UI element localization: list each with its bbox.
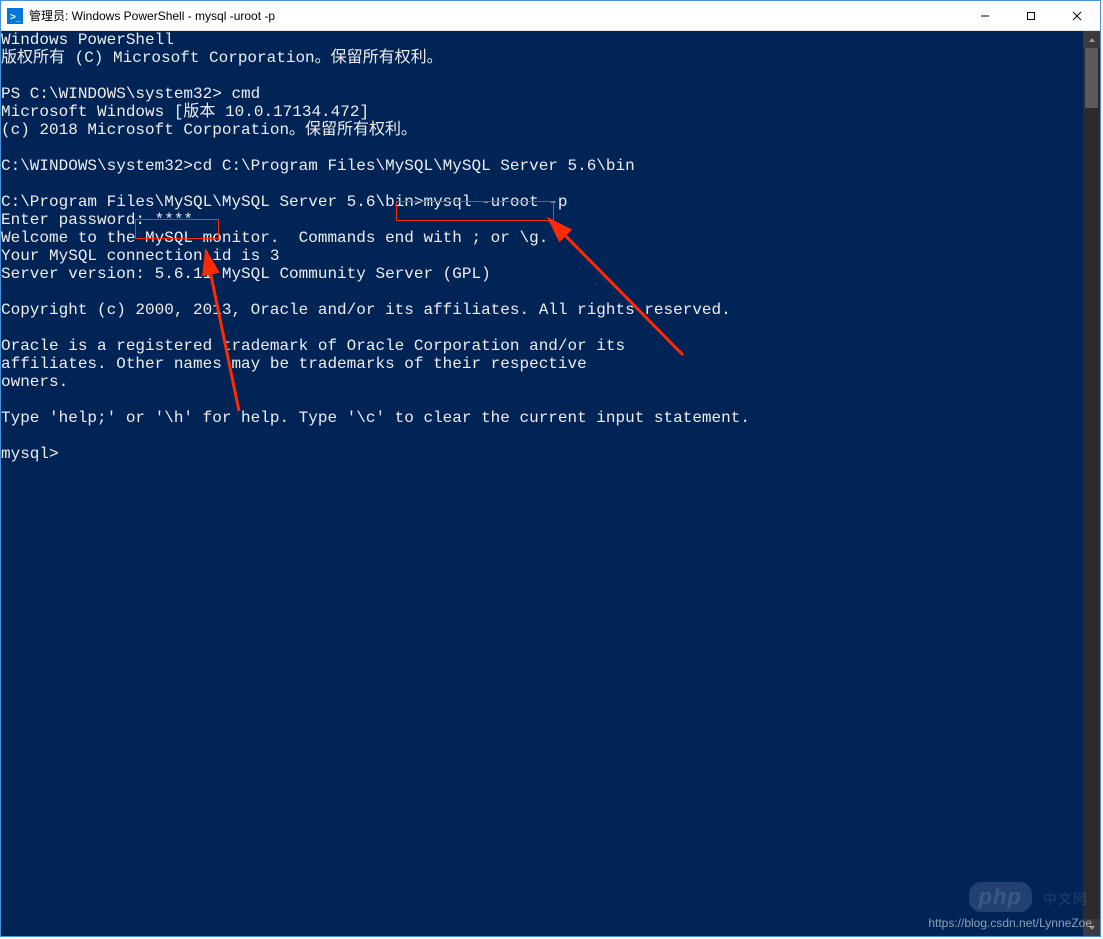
terminal-line: owners. <box>1 373 1083 391</box>
window-frame: >_ 管理员: Windows PowerShell - mysql -uroo… <box>0 0 1101 937</box>
terminal-area: Windows PowerShell版权所有 (C) Microsoft Cor… <box>1 31 1100 936</box>
svg-text:>_: >_ <box>10 12 21 22</box>
terminal-line: Oracle is a registered trademark of Orac… <box>1 337 1083 355</box>
window-controls <box>962 1 1100 30</box>
terminal-output[interactable]: Windows PowerShell版权所有 (C) Microsoft Cor… <box>1 31 1083 936</box>
terminal-line <box>1 319 1083 337</box>
php-watermark: php 中文网 <box>969 882 1088 912</box>
vertical-scrollbar[interactable] <box>1083 31 1100 936</box>
terminal-line: 版权所有 (C) Microsoft Corporation。保留所有权利。 <box>1 49 1083 67</box>
terminal-line: Welcome to the MySQL monitor. Commands e… <box>1 229 1083 247</box>
terminal-line: Copyright (c) 2000, 2013, Oracle and/or … <box>1 301 1083 319</box>
terminal-line: Your MySQL connection id is 3 <box>1 247 1083 265</box>
terminal-line: C:\WINDOWS\system32>cd C:\Program Files\… <box>1 157 1083 175</box>
scroll-up-button[interactable] <box>1083 31 1100 48</box>
terminal-line: C:\Program Files\MySQL\MySQL Server 5.6\… <box>1 193 1083 211</box>
terminal-line <box>1 67 1083 85</box>
terminal-line: Server version: 5.6.11 MySQL Community S… <box>1 265 1083 283</box>
terminal-line: PS C:\WINDOWS\system32> cmd <box>1 85 1083 103</box>
titlebar[interactable]: >_ 管理员: Windows PowerShell - mysql -uroo… <box>1 1 1100 31</box>
window-title: 管理员: Windows PowerShell - mysql -uroot -… <box>29 7 962 24</box>
terminal-line <box>1 427 1083 445</box>
terminal-line: Type 'help;' or '\h' for help. Type '\c'… <box>1 409 1083 427</box>
terminal-line: Microsoft Windows [版本 10.0.17134.472] <box>1 103 1083 121</box>
terminal-line: (c) 2018 Microsoft Corporation。保留所有权利。 <box>1 121 1083 139</box>
scrollbar-track[interactable] <box>1083 48 1100 919</box>
minimize-button[interactable] <box>962 1 1008 30</box>
powershell-icon: >_ <box>7 8 23 24</box>
terminal-line <box>1 139 1083 157</box>
terminal-line <box>1 283 1083 301</box>
csdn-watermark: https://blog.csdn.net/LynneZoe <box>928 916 1092 930</box>
terminal-line: affiliates. Other names may be trademark… <box>1 355 1083 373</box>
terminal-line: Enter password: **** <box>1 211 1083 229</box>
terminal-line <box>1 175 1083 193</box>
terminal-line: mysql> <box>1 445 1083 463</box>
maximize-button[interactable] <box>1008 1 1054 30</box>
terminal-line: Windows PowerShell <box>1 31 1083 49</box>
scrollbar-thumb[interactable] <box>1085 48 1098 108</box>
terminal-line <box>1 391 1083 409</box>
close-button[interactable] <box>1054 1 1100 30</box>
